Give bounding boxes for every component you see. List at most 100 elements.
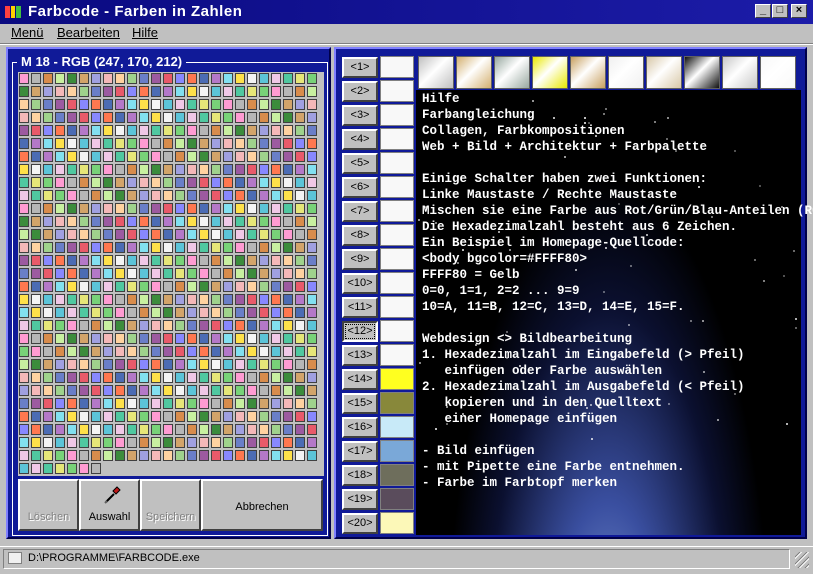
color-cell[interactable] — [187, 112, 197, 123]
color-cell[interactable] — [199, 320, 209, 331]
color-cell[interactable] — [211, 190, 221, 201]
color-cell[interactable] — [187, 177, 197, 188]
color-cell[interactable] — [271, 164, 281, 175]
color-cell[interactable] — [163, 177, 173, 188]
color-cell[interactable] — [271, 359, 281, 370]
color-cell[interactable] — [67, 437, 77, 448]
color-cell[interactable] — [211, 164, 221, 175]
color-cell[interactable] — [271, 242, 281, 253]
texture-sample-8[interactable] — [684, 56, 720, 89]
color-cell[interactable] — [271, 151, 281, 162]
color-cell[interactable] — [187, 281, 197, 292]
color-cell[interactable] — [55, 242, 65, 253]
color-cell[interactable] — [187, 320, 197, 331]
color-cell[interactable] — [115, 411, 125, 422]
color-cell[interactable] — [151, 203, 161, 214]
color-cell[interactable] — [127, 190, 137, 201]
color-cell[interactable] — [211, 268, 221, 279]
color-cell[interactable] — [103, 255, 113, 266]
color-cell[interactable] — [259, 268, 269, 279]
color-cell[interactable] — [31, 372, 41, 383]
color-cell[interactable] — [163, 372, 173, 383]
color-cell[interactable] — [31, 411, 41, 422]
color-cell[interactable] — [79, 203, 89, 214]
color-cell[interactable] — [103, 411, 113, 422]
texture-sample-7[interactable] — [646, 56, 682, 89]
color-cell[interactable] — [199, 151, 209, 162]
color-cell[interactable] — [79, 86, 89, 97]
color-cell[interactable] — [187, 424, 197, 435]
color-cell[interactable] — [199, 385, 209, 396]
color-cell[interactable] — [31, 437, 41, 448]
color-cell[interactable] — [295, 294, 305, 305]
color-cell[interactable] — [103, 281, 113, 292]
color-cell[interactable] — [247, 229, 257, 240]
color-cell[interactable] — [295, 346, 305, 357]
color-cell[interactable] — [115, 385, 125, 396]
color-cell[interactable] — [31, 346, 41, 357]
color-cell[interactable] — [283, 424, 293, 435]
color-cell[interactable] — [127, 86, 137, 97]
color-cell[interactable] — [43, 411, 53, 422]
color-cell[interactable] — [79, 385, 89, 396]
color-cell[interactable] — [79, 255, 89, 266]
color-cell[interactable] — [19, 333, 29, 344]
color-slot-4[interactable] — [380, 128, 414, 150]
color-cell[interactable] — [115, 320, 125, 331]
color-cell[interactable] — [139, 177, 149, 188]
color-cell[interactable] — [139, 268, 149, 279]
color-cell[interactable] — [19, 437, 29, 448]
color-cell[interactable] — [175, 229, 185, 240]
color-cell[interactable] — [43, 372, 53, 383]
color-cell[interactable] — [283, 216, 293, 227]
color-cell[interactable] — [283, 73, 293, 84]
color-cell[interactable] — [235, 86, 245, 97]
color-cell[interactable] — [91, 333, 101, 344]
color-cell[interactable] — [55, 450, 65, 461]
color-cell[interactable] — [283, 138, 293, 149]
color-cell[interactable] — [31, 138, 41, 149]
color-cell[interactable] — [175, 177, 185, 188]
color-cell[interactable] — [151, 164, 161, 175]
color-cell[interactable] — [151, 424, 161, 435]
color-cell[interactable] — [199, 255, 209, 266]
color-cell[interactable] — [43, 73, 53, 84]
color-cell[interactable] — [271, 216, 281, 227]
color-cell[interactable] — [43, 164, 53, 175]
color-cell[interactable] — [43, 450, 53, 461]
color-cell[interactable] — [307, 177, 317, 188]
color-cell[interactable] — [187, 268, 197, 279]
color-cell[interactable] — [127, 372, 137, 383]
color-cell[interactable] — [19, 86, 29, 97]
color-cell[interactable] — [163, 450, 173, 461]
color-cell[interactable] — [103, 151, 113, 162]
color-cell[interactable] — [115, 177, 125, 188]
color-cell[interactable] — [247, 151, 257, 162]
color-cell[interactable] — [235, 333, 245, 344]
color-slot-16[interactable] — [380, 416, 414, 438]
color-cell[interactable] — [127, 294, 137, 305]
color-cell[interactable] — [271, 125, 281, 136]
color-cell[interactable] — [247, 307, 257, 318]
color-cell[interactable] — [19, 346, 29, 357]
color-cell[interactable] — [187, 73, 197, 84]
color-cell[interactable] — [163, 385, 173, 396]
color-cell[interactable] — [235, 281, 245, 292]
color-cell[interactable] — [175, 242, 185, 253]
color-cell[interactable] — [235, 151, 245, 162]
color-cell[interactable] — [199, 268, 209, 279]
color-cell[interactable] — [187, 229, 197, 240]
color-cell[interactable] — [43, 112, 53, 123]
color-cell[interactable] — [223, 151, 233, 162]
color-cell[interactable] — [31, 424, 41, 435]
color-cell[interactable] — [259, 346, 269, 357]
color-cell[interactable] — [247, 372, 257, 383]
slot-button-18[interactable]: <18> — [342, 465, 378, 486]
color-cell[interactable] — [247, 424, 257, 435]
color-cell[interactable] — [307, 268, 317, 279]
color-cell[interactable] — [187, 125, 197, 136]
color-cell[interactable] — [235, 125, 245, 136]
color-cell[interactable] — [139, 73, 149, 84]
color-cell[interactable] — [19, 255, 29, 266]
color-cell[interactable] — [91, 320, 101, 331]
